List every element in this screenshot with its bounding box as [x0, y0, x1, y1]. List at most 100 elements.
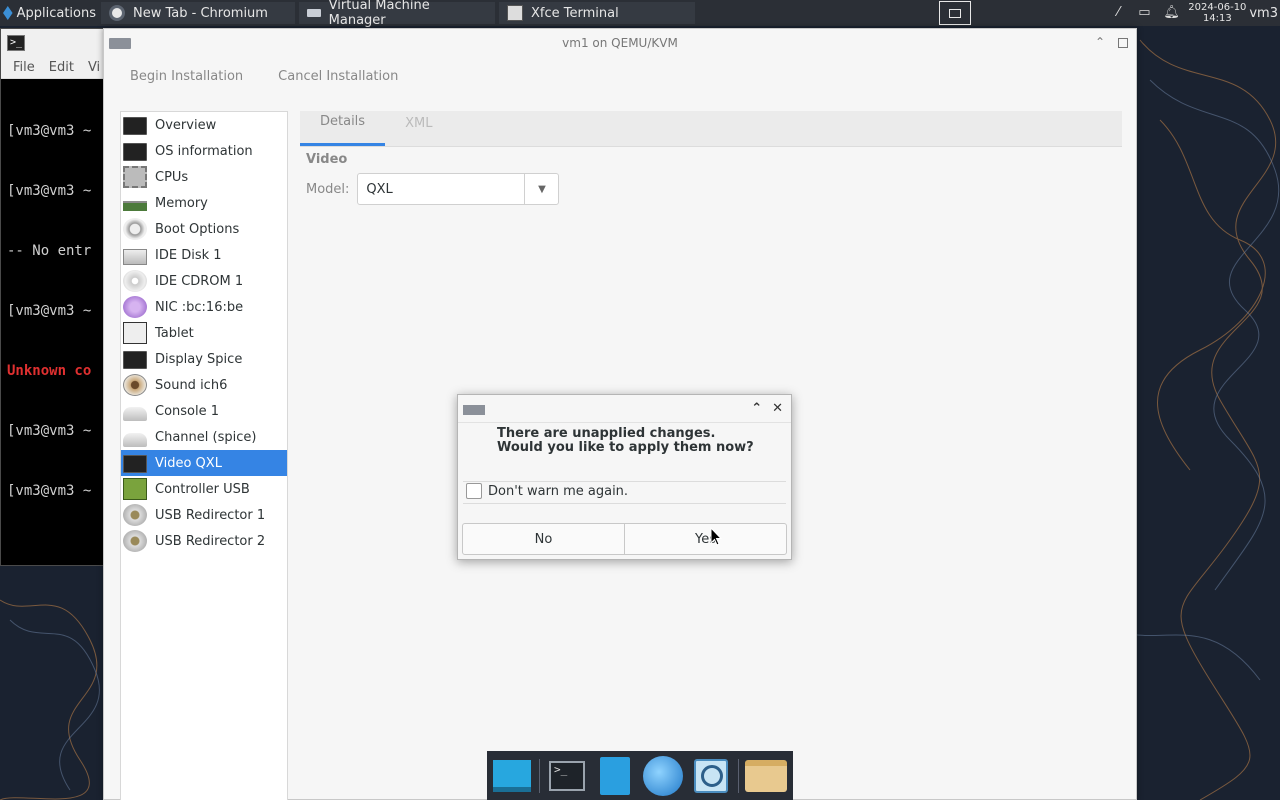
- sidebar-item-label: IDE CDROM 1: [155, 273, 244, 289]
- applications-label: Applications: [16, 5, 96, 21]
- taskbar-item-terminal[interactable]: Xfce Terminal: [498, 1, 696, 25]
- sidebar-item-display-spice[interactable]: Display Spice: [121, 346, 287, 372]
- applications-menu[interactable]: Applications: [0, 0, 100, 26]
- clock-date: 2024-06-10: [1188, 2, 1247, 13]
- sidebar-item-sound-ich6[interactable]: Sound ich6: [121, 372, 287, 398]
- clock-time: 14:13: [1202, 13, 1232, 24]
- sidebar-item-label: Overview: [155, 117, 217, 133]
- sidebar-item-label: USB Redirector 2: [155, 533, 266, 549]
- sidebar-item-usb-redirector-1[interactable]: USB Redirector 1: [121, 502, 287, 528]
- network-disconnected-icon[interactable]: ⁄: [1111, 6, 1125, 20]
- dock-item-web-browser[interactable]: [642, 755, 684, 797]
- clock[interactable]: 2024-06-10 14:13: [1185, 2, 1249, 24]
- sidebar-item-ide-cdrom-1[interactable]: IDE CDROM 1: [121, 268, 287, 294]
- sidebar-item-label: CPUs: [155, 169, 189, 185]
- sidebar-item-usb-redirector-2[interactable]: USB Redirector 2: [121, 528, 287, 554]
- tab-details[interactable]: Details: [300, 110, 386, 146]
- sidebar-item-ide-disk-1[interactable]: IDE Disk 1: [121, 242, 287, 268]
- terminal-icon: >_: [549, 760, 585, 791]
- yes-button[interactable]: Yes: [624, 524, 786, 554]
- cpu-icon: [123, 166, 147, 188]
- sidebar-item-label: Sound ich6: [155, 377, 228, 393]
- dock: >_: [487, 751, 793, 800]
- dock-separator: [738, 758, 739, 793]
- battery-icon[interactable]: ▭: [1137, 6, 1151, 20]
- folder-icon: [745, 759, 787, 792]
- show-desktop-button[interactable]: [939, 1, 972, 25]
- sidebar-item-tablet[interactable]: Tablet: [121, 320, 287, 346]
- chevron-down-icon[interactable]: ▼: [524, 174, 558, 204]
- taskbar-item-label: New Tab - Chromium: [133, 5, 268, 21]
- nic-icon: [123, 296, 147, 318]
- terminal-line: [vm3@vm3 ~: [7, 183, 92, 199]
- model-select-value: QXL: [366, 181, 393, 197]
- sidebar-item-label: USB Redirector 1: [155, 507, 266, 523]
- sidebar-item-boot-options[interactable]: Boot Options: [121, 216, 287, 242]
- user-menu[interactable]: vm3: [1249, 6, 1280, 21]
- dialog-maximize-button[interactable]: ⌃: [751, 401, 762, 416]
- dock-item-search[interactable]: [690, 755, 732, 797]
- sidebar-item-channel-spice[interactable]: Channel (spice): [121, 424, 287, 450]
- dont-warn-checkbox-row[interactable]: Don't warn me again.: [466, 483, 628, 499]
- menu-view[interactable]: Vi: [88, 60, 100, 75]
- divider: [463, 481, 786, 482]
- begin-installation-button[interactable]: Begin Installation: [130, 69, 243, 84]
- dont-warn-checkbox[interactable]: [466, 483, 482, 499]
- dock-item-desktop[interactable]: [491, 755, 533, 797]
- terminal-icon: >_: [7, 35, 25, 51]
- memory-icon: [123, 201, 147, 211]
- sidebar-item-label: Video QXL: [155, 455, 222, 471]
- terminal-output[interactable]: [vm3@vm3 ~ [vm3@vm3 ~ -- No entr [vm3@vm…: [1, 79, 105, 543]
- virt-manager-icon: [307, 9, 321, 17]
- notification-bell-icon[interactable]: 🔔︎: [1163, 6, 1180, 20]
- window-title: vm1 on QEMU/KVM: [562, 36, 678, 50]
- no-button[interactable]: No: [463, 524, 624, 554]
- minimize-button[interactable]: ⌃: [1094, 36, 1106, 48]
- terminal-line: [vm3@vm3 ~: [7, 123, 92, 139]
- install-toolbar: Begin Installation Cancel Installation: [104, 57, 1136, 95]
- menu-edit[interactable]: Edit: [49, 60, 74, 75]
- taskbar-item-chromium[interactable]: New Tab - Chromium: [100, 1, 296, 25]
- cancel-installation-button[interactable]: Cancel Installation: [278, 69, 398, 84]
- dialog-titlebar[interactable]: ⌃ ✕: [458, 395, 791, 423]
- terminal-line: [vm3@vm3 ~: [7, 303, 92, 319]
- sidebar-item-os-information[interactable]: OS information: [121, 138, 287, 164]
- disk-icon: [123, 248, 147, 265]
- maximize-button[interactable]: [1118, 38, 1128, 48]
- sidebar-item-label: Controller USB: [155, 481, 250, 497]
- terminal-titlebar[interactable]: >_: [1, 29, 105, 57]
- top-panel: Applications New Tab - Chromium Virtual …: [0, 0, 1280, 28]
- window-titlebar[interactable]: vm1 on QEMU/KVM ⌃: [104, 29, 1136, 57]
- model-select[interactable]: QXL ▼: [357, 173, 560, 205]
- tablet-icon: [123, 322, 147, 344]
- mouse-cursor-icon: [710, 527, 722, 546]
- unapplied-changes-dialog: ⌃ ✕ There are unapplied changes. Would y…: [457, 394, 792, 560]
- sidebar-item-nic[interactable]: NIC :bc:16:be: [121, 294, 287, 320]
- terminal-window[interactable]: >_ File Edit Vi [vm3@vm3 ~ [vm3@vm3 ~ --…: [0, 28, 106, 566]
- sidebar-item-memory[interactable]: Memory: [121, 190, 287, 216]
- taskbar-item-label: Xfce Terminal: [531, 5, 619, 21]
- desktop-icon: [949, 8, 962, 18]
- sidebar-item-overview[interactable]: Overview: [121, 112, 287, 138]
- sidebar-item-cpus[interactable]: CPUs: [121, 164, 287, 190]
- gears-icon: [123, 218, 147, 240]
- taskbar-item-vmm[interactable]: Virtual Machine Manager: [298, 0, 496, 28]
- sidebar-item-label: Display Spice: [155, 351, 243, 367]
- sidebar-item-video-qxl[interactable]: Video QXL: [121, 450, 287, 476]
- dock-item-files[interactable]: [594, 755, 636, 797]
- model-label: Model:: [306, 181, 350, 197]
- terminal-line: [vm3@vm3 ~: [7, 423, 92, 439]
- sidebar-item-controller-usb[interactable]: Controller USB: [121, 476, 287, 502]
- dock-separator: [539, 758, 540, 793]
- menu-file[interactable]: File: [13, 60, 35, 75]
- web-browser-icon: [643, 755, 683, 796]
- dialog-close-button[interactable]: ✕: [772, 401, 783, 416]
- sidebar-item-label: Channel (spice): [155, 429, 257, 445]
- sidebar-item-label: Tablet: [155, 325, 194, 341]
- sidebar-item-console-1[interactable]: Console 1: [121, 398, 287, 424]
- tab-xml[interactable]: XML: [385, 110, 452, 146]
- dock-item-terminal[interactable]: >_: [546, 755, 588, 797]
- dont-warn-label[interactable]: Don't warn me again.: [488, 484, 628, 499]
- console-icon: [123, 433, 147, 447]
- dock-item-folder[interactable]: [745, 755, 787, 797]
